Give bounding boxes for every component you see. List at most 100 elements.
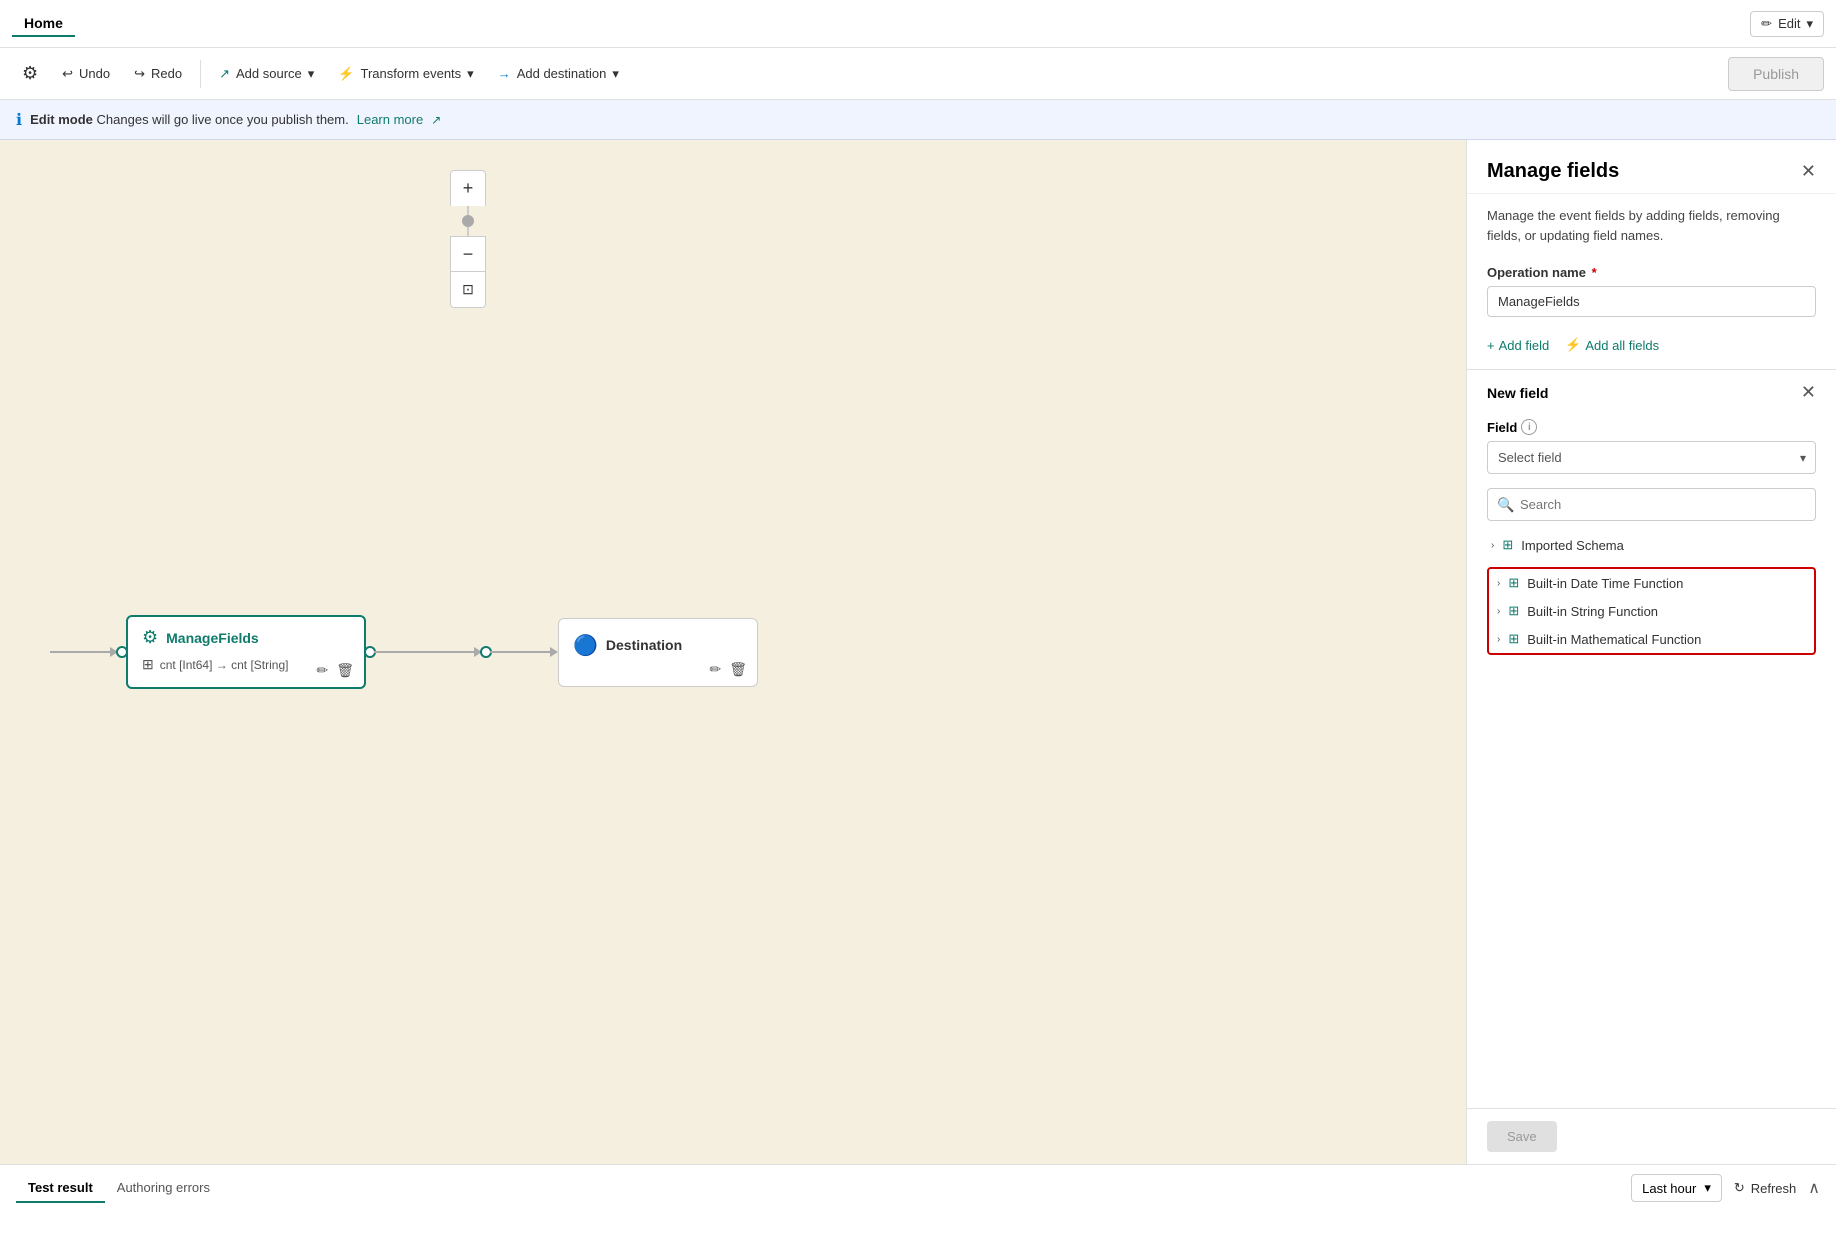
bottom-panel: Test result Authoring errors Last hour ▾…	[0, 1164, 1836, 1254]
panel-header: Manage fields ✕	[1467, 140, 1836, 194]
panel-title: Manage fields	[1487, 160, 1619, 183]
destination-title: Destination	[606, 637, 682, 653]
transform-chevron-icon: ▾	[467, 66, 474, 82]
new-field-title: New field	[1487, 385, 1548, 401]
add-source-button[interactable]: ↗ Add source ▾	[209, 60, 324, 88]
zoom-in-button[interactable]: +	[450, 170, 486, 206]
add-destination-chevron-icon: ▾	[612, 66, 619, 82]
refresh-icon: ↻	[1734, 1180, 1745, 1196]
string-label: Built-in String Function	[1527, 604, 1658, 619]
add-all-fields-button[interactable]: ⚡ Add all fields	[1565, 337, 1659, 353]
chevron-right-datetime-icon: ›	[1497, 578, 1500, 589]
field-label: Field i	[1487, 419, 1816, 435]
collapse-button[interactable]: ∧	[1808, 1178, 1820, 1198]
edit-chevron-icon: ▾	[1806, 16, 1813, 32]
zoom-out-button[interactable]: −	[450, 236, 486, 272]
destination-icon: 🔵	[573, 633, 598, 658]
publish-button[interactable]: Publish	[1728, 57, 1824, 91]
transform-label: Transform events	[361, 66, 462, 81]
imported-schema-label: Imported Schema	[1521, 538, 1624, 553]
operation-name-section: Operation name *	[1467, 253, 1836, 329]
delete-node-button[interactable]: 🗑	[336, 662, 354, 679]
edit-pencil-icon: ✏	[1761, 16, 1772, 32]
add-all-fields-lightning-icon: ⚡	[1565, 337, 1581, 353]
fit-button[interactable]: ⊡	[450, 272, 486, 308]
edit-destination-button[interactable]: ✏	[709, 661, 721, 678]
select-wrapper: Select field ▾	[1487, 441, 1816, 474]
mapping-icon: ⊞	[142, 656, 154, 673]
flow-container: ⚙ ManageFields ⊞ cnt [Int64] → cnt [Stri…	[50, 615, 758, 689]
add-destination-icon: →	[498, 66, 511, 81]
node-header: ⚙ ManageFields	[142, 627, 350, 648]
grid-icon-math: ⊞	[1508, 631, 1519, 647]
toolbar: ⚙ ↩ Undo ↪ Redo ↗ Add source ▾ ⚡ Transfo…	[0, 48, 1836, 100]
edit-button[interactable]: ✏ Edit ▾	[1750, 11, 1824, 37]
destination-node[interactable]: 🔵 Destination ✏ 🗑	[558, 618, 758, 687]
dropdown-item-datetime[interactable]: › ⊞ Built-in Date Time Function	[1489, 569, 1814, 597]
save-button[interactable]: Save	[1487, 1121, 1557, 1152]
main-area: + − ⊡ ⚙ ManageFields	[0, 140, 1836, 1164]
settings-button[interactable]: ⚙	[12, 57, 48, 90]
add-destination-label: Add destination	[517, 66, 607, 81]
redo-button[interactable]: ↪ Redo	[124, 60, 192, 88]
redo-icon: ↪	[134, 66, 145, 82]
tab-authoring-errors[interactable]: Authoring errors	[105, 1174, 222, 1203]
time-select-chevron-icon: ▾	[1704, 1180, 1711, 1196]
add-destination-button[interactable]: → Add destination ▾	[488, 60, 629, 88]
time-select[interactable]: Last hour ▾	[1631, 1174, 1722, 1202]
second-line	[490, 647, 558, 657]
learn-more-link[interactable]: Learn more	[357, 112, 423, 127]
panel-actions: + Add field ⚡ Add all fields	[1467, 329, 1836, 365]
bottom-tabs: Test result Authoring errors	[16, 1174, 222, 1203]
new-field-header: New field ✕	[1467, 369, 1836, 411]
grid-icon-imported: ⊞	[1502, 537, 1513, 553]
highlighted-section: › ⊞ Built-in Date Time Function › ⊞ Buil…	[1487, 567, 1816, 655]
search-input[interactable]	[1487, 488, 1816, 521]
field-section: Field i Select field ▾	[1467, 411, 1836, 482]
grid-icon-string: ⊞	[1508, 603, 1519, 619]
chevron-right-icon: ›	[1491, 540, 1494, 551]
dropdown-item-string[interactable]: › ⊞ Built-in String Function	[1489, 597, 1814, 625]
chevron-right-math-icon: ›	[1497, 634, 1500, 645]
edit-node-button[interactable]: ✏	[316, 662, 328, 679]
save-section: Save	[1467, 1108, 1836, 1164]
transform-icon: ⚡	[338, 66, 354, 82]
home-tab[interactable]: Home	[12, 11, 75, 37]
required-star: *	[1592, 265, 1597, 280]
search-wrapper: 🔍	[1467, 482, 1836, 527]
panel-description: Manage the event fields by adding fields…	[1467, 194, 1836, 253]
dropdown-item-math[interactable]: › ⊞ Built-in Mathematical Function	[1489, 625, 1814, 653]
destination-header: 🔵 Destination	[573, 633, 743, 658]
undo-icon: ↩	[62, 66, 73, 82]
manage-fields-node[interactable]: ⚙ ManageFields ⊞ cnt [Int64] → cnt [Stri…	[126, 615, 366, 689]
node-actions: ✏ 🗑	[316, 662, 354, 679]
panel-close-button[interactable]: ✕	[1801, 161, 1816, 182]
select-field-dropdown[interactable]: Select field	[1487, 441, 1816, 474]
middle-line	[374, 647, 482, 657]
add-source-label: Add source	[236, 66, 302, 81]
redo-label: Redo	[151, 66, 182, 81]
add-field-plus-icon: +	[1487, 338, 1495, 353]
top-bar: Home ✏ Edit ▾	[0, 0, 1836, 48]
settings-icon: ⚙	[22, 63, 38, 84]
bottom-bar: Test result Authoring errors Last hour ▾…	[0, 1165, 1836, 1211]
bottom-controls: Last hour ▾ ↻ Refresh ∧	[1631, 1174, 1820, 1202]
dropdown-item-imported[interactable]: › ⊞ Imported Schema	[1487, 531, 1816, 559]
info-icon: ℹ	[16, 110, 22, 130]
transform-events-button[interactable]: ⚡ Transform events ▾	[328, 60, 483, 88]
math-label: Built-in Mathematical Function	[1527, 632, 1701, 647]
edit-mode-bar: ℹ Edit mode Changes will go live once yo…	[0, 100, 1836, 140]
refresh-button[interactable]: ↻ Refresh	[1734, 1180, 1796, 1196]
time-select-label: Last hour	[1642, 1181, 1696, 1196]
undo-button[interactable]: ↩ Undo	[52, 60, 120, 88]
add-field-label: Add field	[1499, 338, 1550, 353]
operation-name-input[interactable]	[1487, 286, 1816, 317]
external-link-icon: ↗	[431, 113, 441, 127]
add-field-button[interactable]: + Add field	[1487, 338, 1549, 353]
manage-fields-icon: ⚙	[142, 627, 158, 648]
tab-test-result[interactable]: Test result	[16, 1174, 105, 1203]
canvas[interactable]: + − ⊡ ⚙ ManageFields	[0, 140, 1466, 1164]
delete-destination-button[interactable]: 🗑	[729, 661, 747, 678]
manage-fields-title: ManageFields	[166, 630, 259, 646]
new-field-close-button[interactable]: ✕	[1801, 382, 1816, 403]
